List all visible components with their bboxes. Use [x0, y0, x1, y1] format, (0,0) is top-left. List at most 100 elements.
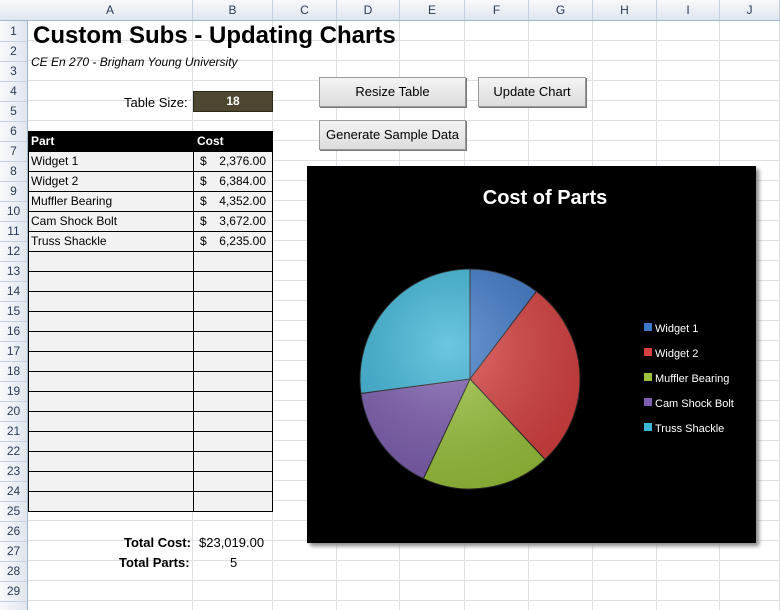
table-size-label: Table Size: — [124, 95, 188, 110]
part-cell[interactable] — [28, 371, 194, 392]
row-header-19[interactable]: 19 — [0, 381, 27, 402]
row-header-29[interactable]: 29 — [0, 581, 27, 602]
row-header-28[interactable]: 28 — [0, 561, 27, 582]
column-header-c[interactable]: C — [273, 0, 337, 20]
legend-swatch — [644, 323, 652, 331]
cost-cell[interactable]: $2,376.00 — [193, 151, 273, 172]
part-cell[interactable] — [28, 431, 194, 452]
row-header-14[interactable]: 14 — [0, 281, 27, 302]
column-header-a[interactable]: A — [28, 0, 193, 20]
generate-sample-data-button[interactable]: Generate Sample Data — [319, 120, 466, 150]
chart-title: Cost of Parts — [483, 187, 607, 209]
row-header-5[interactable]: 5 — [0, 101, 27, 122]
resize-table-button[interactable]: Resize Table — [319, 77, 466, 107]
pie-slice-truss-shackle[interactable] — [359, 268, 471, 394]
cost-cell[interactable] — [193, 331, 273, 352]
part-cell[interactable] — [28, 411, 194, 432]
cost-value: 3,672.00 — [219, 214, 266, 228]
cost-cell[interactable] — [193, 451, 273, 472]
update-chart-button[interactable]: Update Chart — [478, 77, 586, 107]
row-header-20[interactable]: 20 — [0, 401, 27, 422]
row-header-4[interactable]: 4 — [0, 81, 27, 102]
currency-symbol: $ — [200, 234, 207, 248]
part-cell[interactable] — [28, 351, 194, 372]
cost-cell[interactable]: $6,384.00 — [193, 171, 273, 192]
row-header-17[interactable]: 17 — [0, 341, 27, 362]
column-header-d[interactable]: D — [337, 0, 400, 20]
cost-cell[interactable] — [193, 311, 273, 332]
column-header-f[interactable]: F — [465, 0, 529, 20]
total-cost-label: Total Cost: — [124, 535, 191, 550]
part-cell[interactable] — [28, 491, 194, 512]
row-header-10[interactable]: 10 — [0, 201, 27, 222]
column-header-e[interactable]: E — [400, 0, 465, 20]
cost-cell[interactable] — [193, 431, 273, 452]
total-cost-value: $23,019.00 — [199, 535, 265, 550]
column-header-g[interactable]: G — [529, 0, 593, 20]
currency-symbol: $ — [200, 194, 207, 208]
column-header-i[interactable]: I — [657, 0, 720, 20]
part-cell[interactable] — [28, 331, 194, 352]
cost-cell[interactable]: $3,672.00 — [193, 211, 273, 232]
part-cell[interactable] — [28, 391, 194, 412]
part-cell[interactable]: Truss Shackle — [28, 231, 194, 252]
legend-swatch — [644, 398, 652, 406]
part-cell[interactable]: Widget 1 — [28, 151, 194, 172]
part-cell[interactable] — [28, 311, 194, 332]
row-header-bar: 1 2 3 4 5 6 7 8 9 10 11 12 13 14 15 16 17 18 19 20 21 22 23 24 2… — [0, 21, 28, 610]
cost-value: 6,235.00 — [219, 234, 266, 248]
cost-cell[interactable] — [193, 351, 273, 372]
row-header-21[interactable]: 21 — [0, 421, 27, 442]
row-header-11[interactable]: 11 — [0, 221, 27, 242]
legend-swatch — [644, 348, 652, 356]
cost-cell[interactable] — [193, 291, 273, 312]
row-header-13[interactable]: 13 — [0, 261, 27, 282]
column-header-h[interactable]: H — [593, 0, 657, 20]
row-header-9[interactable]: 9 — [0, 181, 27, 202]
row-header-2[interactable]: 2 — [0, 41, 27, 62]
currency-symbol: $ — [200, 174, 207, 188]
cost-cell[interactable] — [193, 251, 273, 272]
row-header-1[interactable]: 1 — [0, 21, 27, 42]
column-header-b[interactable]: B — [193, 0, 273, 20]
row-header-24[interactable]: 24 — [0, 481, 27, 502]
row-header-25[interactable]: 25 — [0, 501, 27, 522]
row-header-27[interactable]: 27 — [0, 541, 27, 562]
row-header-16[interactable]: 16 — [0, 321, 27, 342]
row-header-12[interactable]: 12 — [0, 241, 27, 262]
part-cell[interactable] — [28, 471, 194, 492]
row-header-22[interactable]: 22 — [0, 441, 27, 462]
row-header-23[interactable]: 23 — [0, 461, 27, 482]
part-cell[interactable] — [28, 291, 194, 312]
row-header-3[interactable]: 3 — [0, 61, 27, 82]
row-header-7[interactable]: 7 — [0, 141, 27, 162]
row-header-8[interactable]: 8 — [0, 161, 27, 182]
row-header-18[interactable]: 18 — [0, 361, 27, 382]
pie-chart[interactable]: Cost of Parts Widget 1 Widget 2 Muffler Be… — [307, 166, 756, 543]
table-header-row: Part Cost — [28, 131, 273, 151]
row-header-15[interactable]: 15 — [0, 301, 27, 322]
row-header-6[interactable]: 6 — [0, 121, 27, 142]
cost-value: 4,352.00 — [219, 194, 266, 208]
part-cell[interactable]: Widget 2 — [28, 171, 194, 192]
legend-label: Cam Shock Bolt — [655, 398, 734, 410]
part-cell[interactable] — [28, 251, 194, 272]
part-cell[interactable]: Muffler Bearing — [28, 191, 194, 212]
total-parts-value: 5 — [230, 555, 238, 570]
cost-cell[interactable] — [193, 371, 273, 392]
cost-cell[interactable] — [193, 471, 273, 492]
cost-cell[interactable] — [193, 271, 273, 292]
currency-symbol: $ — [200, 154, 207, 168]
cost-cell[interactable]: $4,352.00 — [193, 191, 273, 212]
part-cell[interactable] — [28, 451, 194, 472]
cost-cell[interactable] — [193, 391, 273, 412]
part-cell[interactable] — [28, 271, 194, 292]
column-header-j[interactable]: J — [720, 0, 780, 20]
cost-cell[interactable] — [193, 491, 273, 512]
table-size-input[interactable]: 18 — [193, 91, 273, 112]
row-gridline — [28, 580, 780, 581]
cost-cell[interactable] — [193, 411, 273, 432]
row-header-26[interactable]: 26 — [0, 521, 27, 542]
cost-cell[interactable]: $6,235.00 — [193, 231, 273, 252]
part-cell[interactable]: Cam Shock Bolt — [28, 211, 194, 232]
